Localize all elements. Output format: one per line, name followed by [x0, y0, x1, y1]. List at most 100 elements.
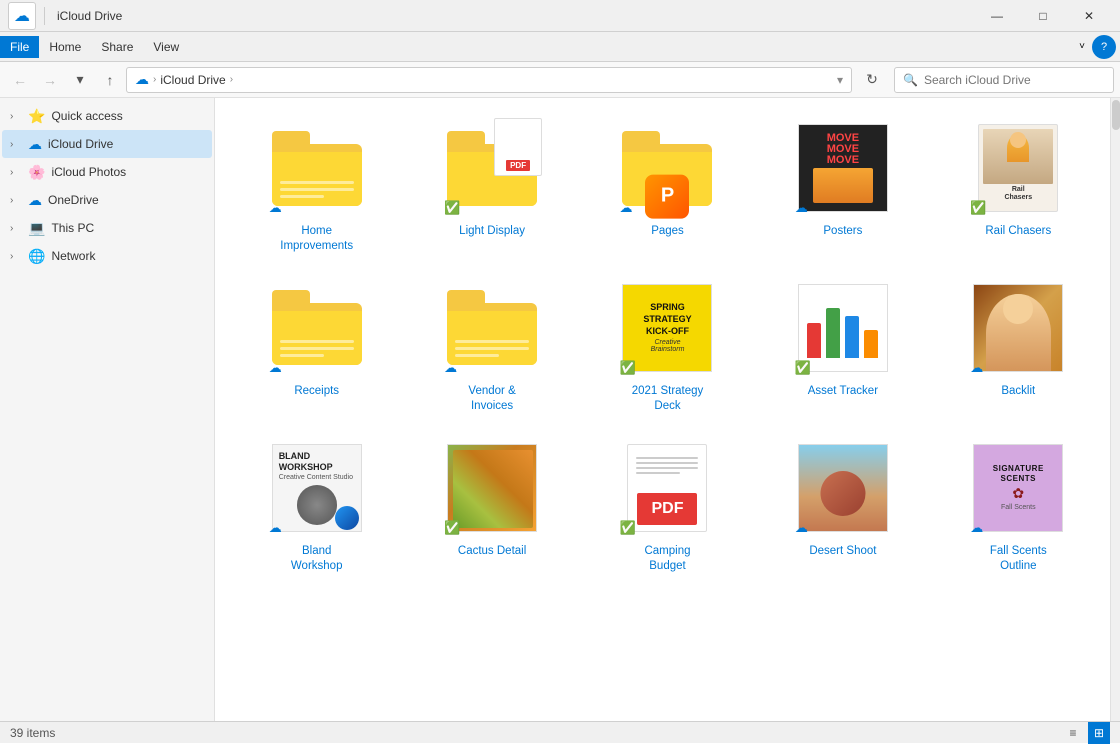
file-thumb-posters: MOVE MOVE MOVE ☁ — [793, 118, 893, 218]
file-item-2021-strategy[interactable]: SPRINGSTRATEGYKICK-OFF CreativeBrainstor… — [582, 270, 753, 422]
menu-bar: File Home Share View ˅ ? — [0, 32, 1120, 62]
file-item-bland-workshop[interactable]: BLANDWORKSHOP Creative Content Studio ☁ … — [231, 430, 402, 582]
sidebar-item-onedrive[interactable]: › ☁ OneDrive — [2, 186, 212, 214]
breadcrumb-cloud-icon: ☁ — [135, 71, 149, 88]
file-thumb-light-display: PDF ✅ — [442, 118, 542, 218]
backlit-head — [1003, 294, 1033, 324]
file-name-cactus-detail: Cactus Detail — [458, 544, 526, 559]
bar-1 — [807, 323, 821, 358]
file-item-fall-scents[interactable]: SIGNATURESCENTS ✿ Fall Scents ☁ Fall Sce… — [933, 430, 1104, 582]
search-input[interactable] — [924, 73, 1105, 87]
scents-title: SIGNATURESCENTS — [993, 464, 1044, 483]
file-item-receipts[interactable]: ☁ Receipts — [231, 270, 402, 422]
app-icon: ☁ — [8, 2, 36, 30]
sidebar-label-icloud-photos: iCloud Photos — [51, 165, 126, 179]
file-name-fall-scents: Fall ScentsOutline — [990, 544, 1047, 574]
scrollbar-thumb[interactable] — [1112, 100, 1120, 130]
rail-person — [983, 129, 1053, 184]
view-list-button[interactable]: ≡ — [1062, 722, 1084, 744]
asset-thumb — [798, 284, 888, 372]
sidebar-label-onedrive: OneDrive — [48, 193, 99, 207]
file-thumb-vendor-invoices: ☁ — [442, 278, 542, 378]
expand-arrow-photos: › — [10, 167, 22, 178]
menu-file[interactable]: File — [0, 36, 39, 58]
file-item-pages[interactable]: P ☁ Pages — [582, 110, 753, 262]
sidebar-item-icloud-photos[interactable]: › 🌸 iCloud Photos — [2, 158, 212, 186]
expand-arrow-quick-access: › — [10, 111, 22, 122]
pdf-badge-small: PDF — [506, 160, 530, 171]
posters-text-line3: MOVE — [827, 155, 859, 166]
file-name-backlit: Backlit — [1001, 384, 1035, 399]
file-name-camping-budget: CampingBudget — [644, 544, 690, 574]
expand-ribbon-icon[interactable]: ˅ — [1072, 37, 1092, 57]
menu-home[interactable]: Home — [39, 36, 91, 58]
cactus-texture — [453, 450, 533, 528]
posters-person-image — [813, 168, 873, 203]
expand-arrow-network: › — [10, 251, 22, 262]
file-name-2021-strategy: 2021 StrategyDeck — [632, 384, 704, 414]
help-button[interactable]: ? — [1092, 35, 1116, 59]
file-item-home-improvements[interactable]: ☁ HomeImprovements — [231, 110, 402, 262]
file-item-rail-chasers[interactable]: RailChasers ✅ Rail Chasers — [933, 110, 1104, 262]
file-thumb-fall-scents: SIGNATURESCENTS ✿ Fall Scents ☁ — [968, 438, 1068, 538]
breadcrumb-dropdown[interactable]: ▾ — [837, 73, 843, 87]
pdf-doc-lines — [636, 457, 698, 477]
status-bar: 39 items ≡ ⊞ — [0, 721, 1120, 743]
file-thumb-receipts: ☁ — [267, 278, 367, 378]
file-item-cactus-detail[interactable]: ✅ Cactus Detail — [406, 430, 577, 582]
file-item-light-display[interactable]: PDF ✅ Light Display — [406, 110, 577, 262]
file-item-camping-budget[interactable]: PDF ✅ CampingBudget — [582, 430, 753, 582]
sidebar-item-this-pc[interactable]: › 💻 This PC — [2, 214, 212, 242]
file-thumb-desert-shoot: ☁ — [793, 438, 893, 538]
file-item-posters[interactable]: MOVE MOVE MOVE ☁ Posters — [757, 110, 928, 262]
scrollbar[interactable] — [1110, 98, 1120, 721]
file-name-posters: Posters — [823, 224, 862, 239]
refresh-button[interactable]: ↻ — [858, 67, 886, 93]
maximize-button[interactable]: □ — [1020, 0, 1066, 32]
nav-dropdown-button[interactable]: ▾ — [66, 67, 94, 93]
status-right: ≡ ⊞ — [1062, 722, 1110, 744]
view-grid-button[interactable]: ⊞ — [1088, 722, 1110, 744]
forward-button[interactable]: → — [36, 67, 64, 93]
file-grid: ☁ HomeImprovements PDF — [231, 110, 1104, 582]
menu-share[interactable]: Share — [91, 36, 143, 58]
strategy-sub: CreativeBrainstorm — [651, 339, 685, 353]
file-name-receipts: Receipts — [294, 384, 339, 399]
file-thumb-cactus-detail: ✅ — [442, 438, 542, 538]
file-item-vendor-invoices[interactable]: ☁ Vendor &Invoices — [406, 270, 577, 422]
icloud-drive-icon: ☁ — [28, 136, 42, 153]
file-item-backlit[interactable]: ☁ Backlit — [933, 270, 1104, 422]
file-name-vendor-invoices: Vendor &Invoices — [468, 384, 515, 414]
file-name-desert-shoot: Desert Shoot — [809, 544, 876, 559]
breadcrumb[interactable]: ☁ › iCloud Drive › ▾ — [126, 67, 852, 93]
pdf-overlay: PDF — [494, 118, 542, 176]
file-name-light-display: Light Display — [459, 224, 525, 239]
minimize-button[interactable]: — — [974, 0, 1020, 32]
file-name-rail-chasers: Rail Chasers — [985, 224, 1051, 239]
sync-check-icon-asset: ✅ — [795, 360, 811, 376]
breadcrumb-chevron-2: › — [230, 74, 233, 85]
sidebar-item-icloud-drive[interactable]: › ☁ iCloud Drive — [2, 130, 212, 158]
sync-check-icon-strategy: ✅ — [619, 360, 635, 376]
sidebar-item-network[interactable]: › 🌐 Network — [2, 242, 212, 270]
file-name-home-improvements: HomeImprovements — [280, 224, 353, 254]
close-button[interactable]: ✕ — [1066, 0, 1112, 32]
file-item-desert-shoot[interactable]: ☁ Desert Shoot — [757, 430, 928, 582]
sync-cloud-icon-vendor: ☁ — [444, 360, 457, 376]
sync-cloud-icon-pages: ☁ — [619, 200, 632, 216]
file-thumb-camping-budget: PDF ✅ — [617, 438, 717, 538]
menu-view[interactable]: View — [143, 36, 189, 58]
search-icon: 🔍 — [903, 73, 918, 87]
back-button[interactable]: ← — [6, 67, 34, 93]
bland-subtitle: Creative Content Studio — [279, 474, 355, 481]
up-button[interactable]: ↑ — [96, 67, 124, 93]
network-icon: 🌐 — [28, 248, 45, 265]
sidebar-item-quick-access[interactable]: › ⭐ Quick access — [2, 102, 212, 130]
bland-circle — [297, 485, 337, 524]
rail-thumb: RailChasers — [978, 124, 1058, 212]
sidebar-label-icloud-drive: iCloud Drive — [48, 137, 113, 151]
posters-thumb: MOVE MOVE MOVE — [798, 124, 888, 212]
title-bar-divider — [44, 7, 45, 25]
sync-check-icon-cactus: ✅ — [444, 520, 460, 536]
file-item-asset-tracker[interactable]: ✅ Asset Tracker — [757, 270, 928, 422]
